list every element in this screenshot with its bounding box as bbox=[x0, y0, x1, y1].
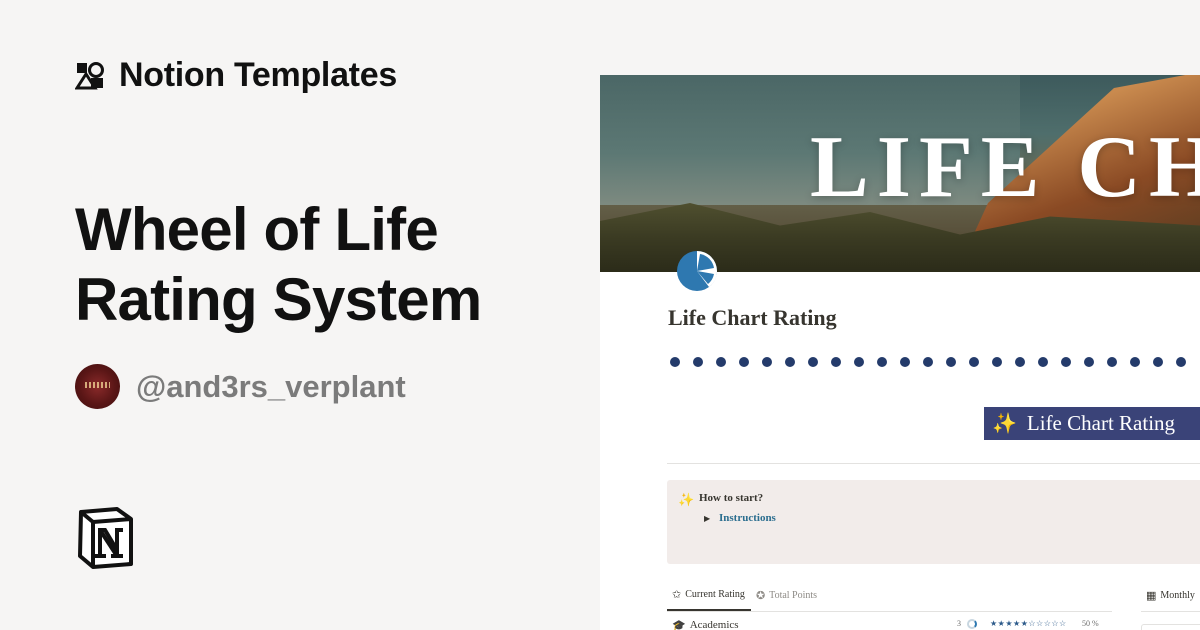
cover-image: LIFE CH bbox=[600, 75, 1200, 272]
progress-ring bbox=[967, 619, 977, 629]
triangle-right-icon[interactable]: ▶ bbox=[704, 514, 710, 523]
view-tabs: ✩ Current Rating ✪ Total Points bbox=[667, 585, 1112, 612]
divider-dot bbox=[1038, 357, 1048, 367]
banner-text: Life Chart Rating bbox=[1026, 411, 1176, 435]
brand: Notion Templates bbox=[75, 56, 397, 95]
row-stars: ★★★★★☆☆☆☆☆ bbox=[990, 619, 1067, 628]
graduation-cap-icon: 🎓 bbox=[672, 619, 686, 630]
divider-dot bbox=[1130, 357, 1140, 367]
divider-dot bbox=[969, 357, 979, 367]
divider-dot bbox=[923, 357, 933, 367]
tab-label: Total Points bbox=[769, 589, 818, 601]
callout: ✨ How to start? ▶ Instructions bbox=[667, 480, 1200, 564]
tab-label: Current Rating bbox=[685, 588, 745, 600]
side-view-tabs: ▦ Monthly bbox=[1141, 585, 1200, 612]
divider-dot bbox=[946, 357, 956, 367]
brand-name: Notion Templates bbox=[119, 56, 397, 94]
divider-dot bbox=[716, 357, 726, 367]
grid-icon: ▦ bbox=[1146, 589, 1157, 602]
dot-divider bbox=[670, 357, 1186, 367]
star-circle-icon: ✪ bbox=[755, 589, 766, 602]
divider-dot bbox=[1015, 357, 1025, 367]
divider-dot bbox=[1176, 357, 1186, 367]
row-score: 3 bbox=[957, 619, 961, 628]
notion-logo-icon bbox=[78, 507, 133, 569]
divider-dot bbox=[1107, 357, 1117, 367]
divider-dot bbox=[877, 357, 887, 367]
divider-dot bbox=[992, 357, 1002, 367]
notion-templates-shapes-icon bbox=[75, 61, 104, 89]
divider-dot bbox=[785, 357, 795, 367]
author-avatar[interactable] bbox=[75, 364, 120, 409]
divider-dot bbox=[762, 357, 772, 367]
tab-monthly[interactable]: ▦ Monthly bbox=[1141, 585, 1200, 611]
divider-dot bbox=[739, 357, 749, 367]
divider bbox=[667, 463, 1200, 464]
divider-dot bbox=[1061, 357, 1071, 367]
callout-title: How to start? bbox=[699, 492, 764, 504]
tab-total-points[interactable]: ✪ Total Points bbox=[751, 585, 823, 611]
divider-dot bbox=[808, 357, 818, 367]
tab-current-rating[interactable]: ✩ Current Rating bbox=[667, 585, 751, 611]
cover-title: LIFE CH bbox=[810, 119, 1200, 216]
divider-dot bbox=[1084, 357, 1094, 367]
page-headline: Wheel of Life Rating System bbox=[75, 196, 482, 333]
divider-dot bbox=[693, 357, 703, 367]
notion-page-preview: LIFE CH Life Chart Rating ✨ Life Chart R… bbox=[600, 75, 1200, 630]
divider-dot bbox=[670, 357, 680, 367]
author-handle[interactable]: @and3rs_verplant bbox=[136, 369, 406, 405]
pie-chart-icon[interactable] bbox=[675, 249, 719, 293]
sparkles-icon: ✨ bbox=[992, 413, 1017, 435]
side-panel bbox=[1141, 624, 1200, 630]
title-banner: ✨ Life Chart Rating bbox=[984, 407, 1200, 440]
instructions-toggle[interactable]: Instructions bbox=[719, 512, 776, 524]
author[interactable]: @and3rs_verplant bbox=[75, 364, 406, 409]
table-row[interactable]: 🎓 Academics 3 ★★★★★☆☆☆☆☆ 50 % bbox=[667, 616, 1112, 630]
row-percent: 50 % bbox=[1082, 619, 1099, 628]
divider-dot bbox=[854, 357, 864, 367]
sparkles-icon: ✨ bbox=[678, 492, 695, 507]
page-title: Life Chart Rating bbox=[668, 305, 837, 330]
star-outline-icon: ✩ bbox=[672, 588, 682, 601]
tab-label: Monthly bbox=[1160, 589, 1195, 601]
row-label: Academics bbox=[689, 619, 739, 630]
divider-dot bbox=[900, 357, 910, 367]
divider-dot bbox=[1153, 357, 1163, 367]
divider-dot bbox=[831, 357, 841, 367]
